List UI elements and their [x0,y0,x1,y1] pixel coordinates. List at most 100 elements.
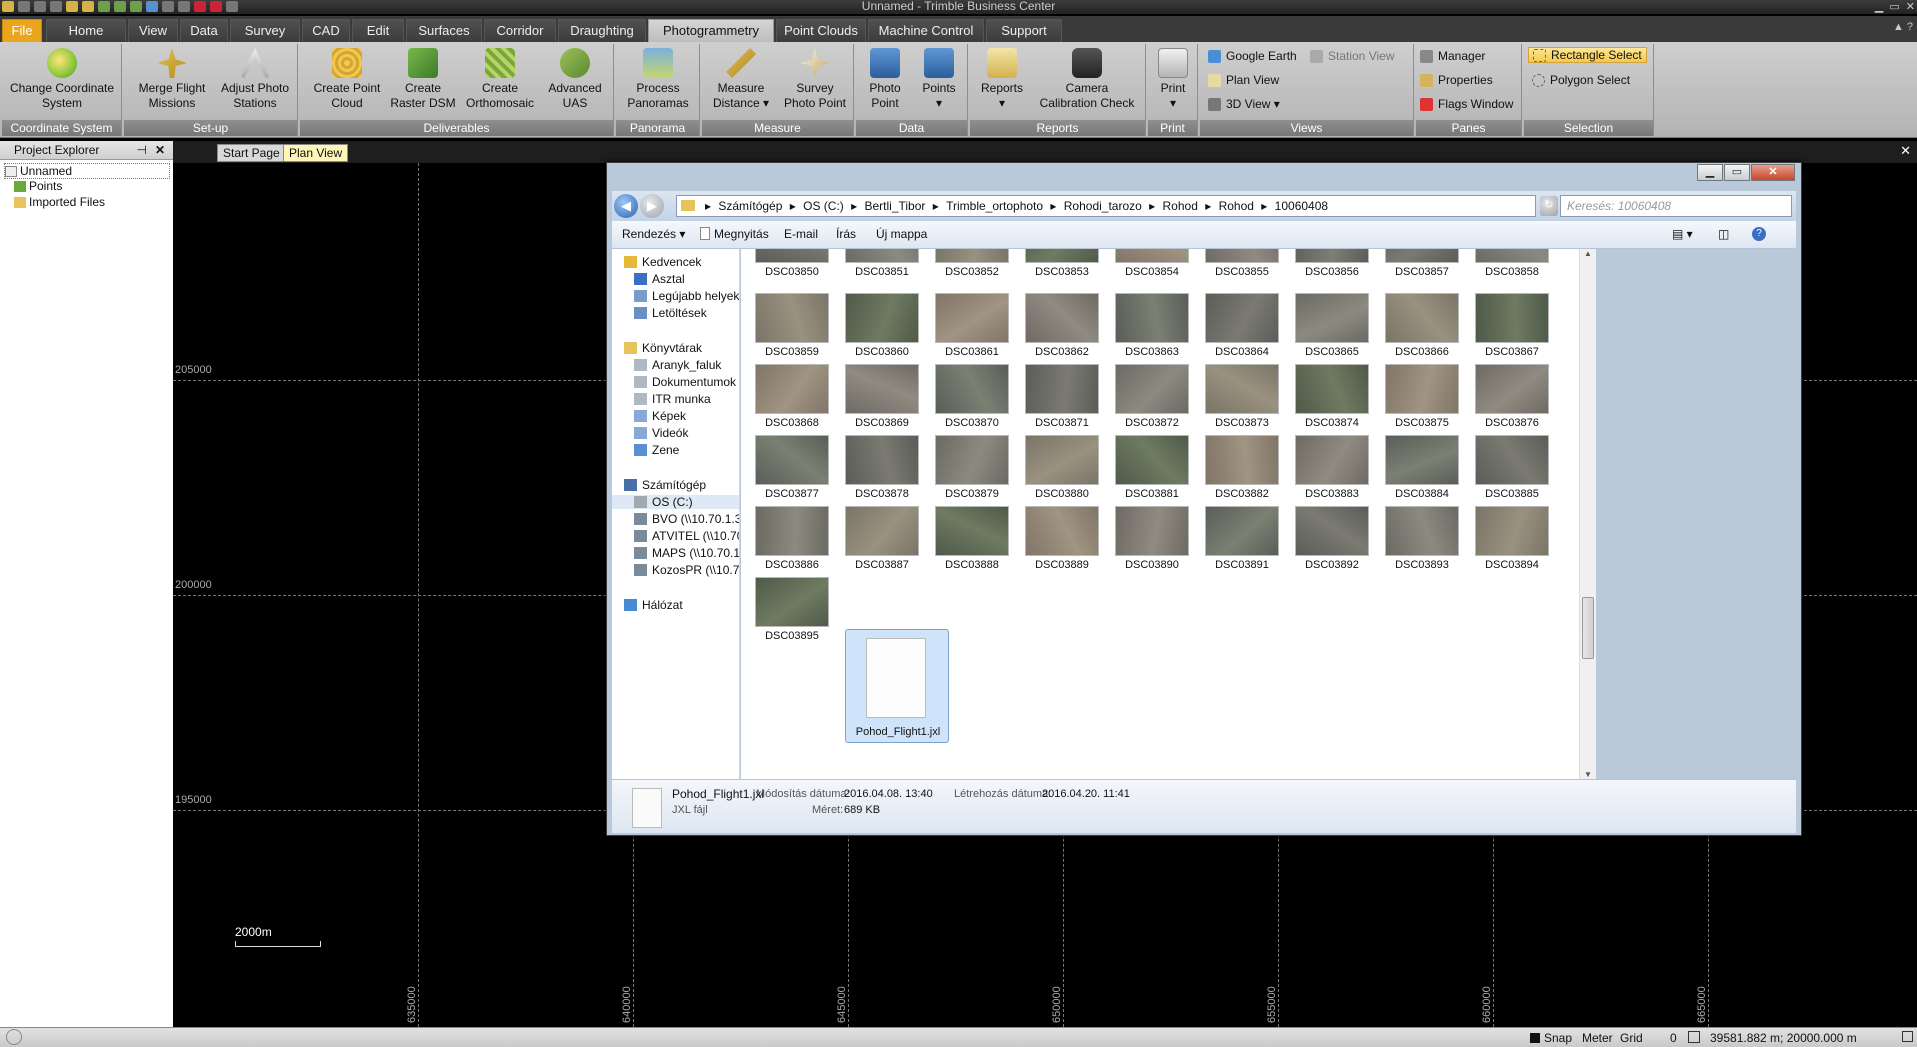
tab-cad[interactable]: CAD [302,19,350,42]
lock-icon[interactable] [1688,1031,1700,1043]
view-options-icon[interactable]: ▤ ▾ [1672,227,1693,241]
file-thumbnail[interactable] [1385,293,1459,343]
file-thumbnail[interactable] [845,506,919,556]
file-thumbnail[interactable] [1475,364,1549,414]
file-thumbnail[interactable] [755,506,829,556]
scroll-down-icon[interactable]: ▼ [1584,770,1592,779]
file-thumbnail[interactable] [1295,506,1369,556]
3d-view-button[interactable]: 3D View ▾ [1208,97,1280,111]
breadcrumb-item[interactable]: 10060408 [1275,199,1328,213]
file-thumbnail[interactable] [1025,293,1099,343]
breadcrumb-separator-icon[interactable]: ▸ [929,199,942,213]
camera-calibration-check-button[interactable]: Camera Calibration Check [1032,48,1142,111]
breadcrumb-separator-icon[interactable]: ▸ [1047,199,1060,213]
file-list[interactable]: Pohod_Flight1.jxl DSC03850 DSC03851 DSC038… [741,249,1579,779]
open-button[interactable]: Megnyitás [700,227,769,241]
scrollbar-thumb[interactable] [1582,597,1594,659]
manager-button[interactable]: Manager [1420,49,1485,63]
breadcrumb-separator-icon[interactable]: ▸ [1202,199,1215,213]
points-button[interactable]: Points ▾ [914,48,964,111]
file-thumbnail[interactable] [1025,249,1099,263]
refresh-button[interactable]: ↻ [1540,196,1558,216]
nav-item-libraries[interactable]: Könyvtárak [624,341,702,355]
google-earth-button[interactable]: Google Earth [1208,49,1297,63]
minimize-button[interactable]: ▁ [1697,164,1723,181]
file-thumbnail[interactable] [1025,435,1099,485]
tab-surfaces[interactable]: Surfaces [406,19,482,42]
breadcrumb-separator-icon[interactable]: ▸ [705,199,714,213]
file-thumbnail[interactable] [845,249,919,263]
search-input[interactable]: Keresés: 10060408 [1560,195,1792,217]
file-thumbnail[interactable] [755,364,829,414]
breadcrumb-item[interactable]: Rohod [1219,199,1254,213]
nav-item-computer[interactable]: Számítógép [624,478,706,492]
file-thumbnail[interactable] [1115,506,1189,556]
file-thumbnail[interactable] [1475,249,1549,263]
scroll-up-icon[interactable]: ▲ [1584,249,1592,258]
forward-button[interactable]: ▶ [640,194,664,218]
nav-item-documents[interactable]: Dokumentumok [634,375,736,389]
breadcrumb-separator-icon[interactable]: ▸ [1258,199,1271,213]
file-thumbnail[interactable] [1385,435,1459,485]
adjust-photo-stations-button[interactable]: Adjust Photo Stations [216,48,294,111]
nav-item-pictures[interactable]: Képek [634,409,686,423]
file-explorer-window[interactable]: ▁ ▭ ✕ ◀ ▶ ▸ Számítógép ▸ OS (C:) ▸ Bertl… [606,162,1802,836]
nav-item-downloads[interactable]: Letöltések [634,306,707,320]
breadcrumb-separator-icon[interactable]: ▸ [848,199,861,213]
nav-item-desktop[interactable]: Asztal [634,272,685,286]
file-thumbnail[interactable] [1205,435,1279,485]
file-thumbnail[interactable] [1475,293,1549,343]
file-thumbnail[interactable] [1295,293,1369,343]
tab-file[interactable]: File [2,19,42,42]
advanced-uas-button[interactable]: Advanced UAS [542,48,608,111]
ribbon-collapse-icon[interactable]: ▲ ? [1893,21,1913,33]
file-thumbnail[interactable] [1295,435,1369,485]
measure-distance-button[interactable]: Measure Distance ▾ [706,48,776,111]
breadcrumb-separator-icon[interactable]: ▸ [786,199,799,213]
file-thumbnail[interactable] [1475,435,1549,485]
file-thumbnail[interactable] [755,249,829,263]
breadcrumb-item[interactable]: Rohod [1163,199,1198,213]
polygon-select-button[interactable]: Polygon Select [1532,73,1630,87]
nav-item-maps-share[interactable]: MAPS (\\10.70.1.31) [634,546,739,560]
nav-item-music[interactable]: Zene [634,443,679,457]
tab-survey[interactable]: Survey [230,19,300,42]
tab-view[interactable]: View [128,19,178,42]
tab-support[interactable]: Support [986,19,1062,42]
tree-node-points[interactable]: Points [14,179,62,193]
file-thumbnail[interactable] [755,577,829,627]
nav-item-recent-places[interactable]: Legújabb helyek [634,289,739,303]
file-thumbnail[interactable] [1295,364,1369,414]
pin-icon[interactable]: ⊣ [137,141,147,159]
file-thumbnail[interactable] [1025,364,1099,414]
nav-item-videos[interactable]: Videók [634,426,688,440]
preview-pane-icon[interactable]: ◫ [1718,227,1729,241]
tab-home[interactable]: Home [46,19,126,42]
breadcrumb[interactable]: ▸ Számítógép ▸ OS (C:) ▸ Bertli_Tibor ▸ … [676,195,1536,217]
burn-button[interactable]: Írás [836,227,856,241]
maximize-button[interactable]: ▭ [1724,164,1750,181]
file-thumbnail[interactable] [1025,506,1099,556]
nav-item-network[interactable]: Hálózat [624,598,683,612]
breadcrumb-item[interactable]: Rohodi_tarozo [1064,199,1142,213]
file-thumbnail[interactable] [755,293,829,343]
snap-toggle[interactable]: Snap [1530,1031,1572,1045]
file-thumbnail[interactable] [1385,506,1459,556]
file-thumbnail[interactable] [1205,364,1279,414]
tab-data[interactable]: Data [180,19,228,42]
merge-flight-missions-button[interactable]: Merge Flight Missions [134,48,210,111]
tab-machine-control[interactable]: Machine Control [868,19,984,42]
scrollbar[interactable]: ▲ ▼ [1579,249,1596,779]
breadcrumb-item[interactable]: Számítógép [718,199,782,213]
create-raster-dsm-button[interactable]: Create Raster DSM [388,48,458,111]
file-thumbnail[interactable] [1115,293,1189,343]
help-icon[interactable]: ? [1752,227,1766,241]
file-thumbnail[interactable] [755,435,829,485]
photo-point-button[interactable]: Photo Point [860,48,910,111]
tab-draughting[interactable]: Draughting [558,19,646,42]
tab-edit[interactable]: Edit [352,19,404,42]
breadcrumb-item[interactable]: OS (C:) [803,199,844,213]
flags-window-button[interactable]: Flags Window [1420,97,1513,111]
reports-button[interactable]: Reports ▾ [974,48,1030,111]
unit-indicator[interactable]: Meter [1582,1031,1613,1045]
